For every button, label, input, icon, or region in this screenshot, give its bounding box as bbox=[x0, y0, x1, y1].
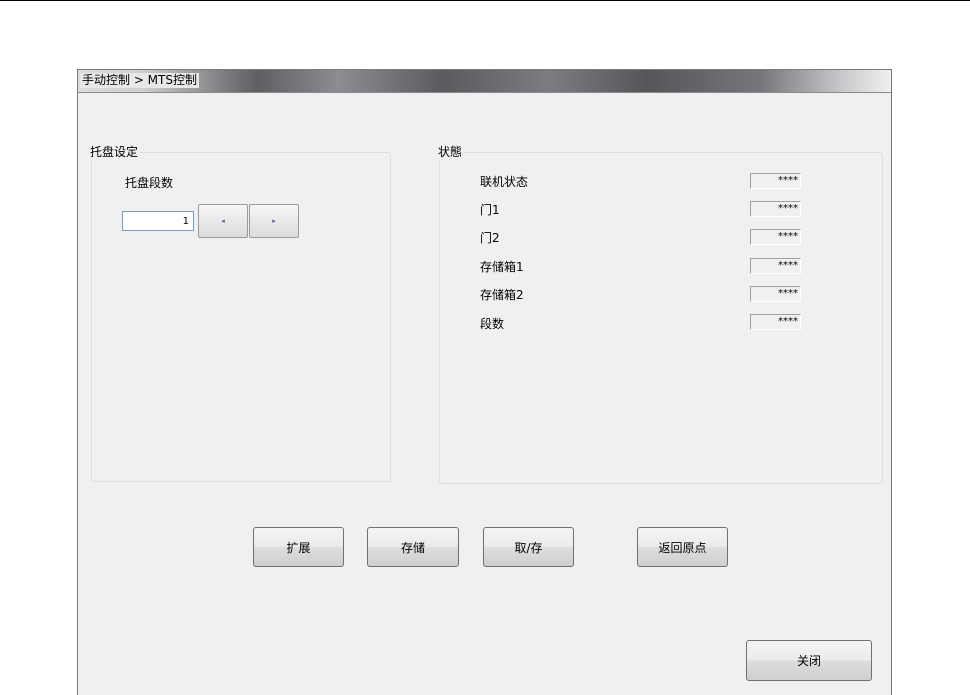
mts-control-window: 手动控制 > MTS控制 托盘设定 托盘段数 ◂ ▸ 状態 联机状态 **** … bbox=[77, 69, 892, 695]
close-button-label: 关闭 bbox=[796, 654, 821, 668]
status-label-storage2: 存储箱2 bbox=[480, 288, 524, 302]
decrease-stage-button[interactable]: ◂ bbox=[198, 204, 248, 238]
pallet-setting-caption: 托盘设定 bbox=[88, 145, 141, 160]
extend-button[interactable]: 扩展 bbox=[253, 527, 344, 567]
status-label-stage: 段数 bbox=[480, 317, 505, 331]
arrow-left-icon: ◂ bbox=[221, 217, 225, 225]
status-value-online: **** bbox=[750, 173, 801, 189]
status-group: 状態 联机状态 **** 门1 **** 门2 **** 存储箱1 **** 存… bbox=[436, 145, 883, 484]
store-button[interactable]: 存储 bbox=[367, 527, 459, 567]
status-label-storage1: 存储箱1 bbox=[480, 260, 524, 274]
take-store-button[interactable]: 取/存 bbox=[483, 527, 574, 567]
status-value-storage2: **** bbox=[750, 286, 801, 302]
status-value-stage: **** bbox=[750, 314, 801, 330]
return-origin-button[interactable]: 返回原点 bbox=[637, 527, 728, 567]
status-value-storage1: **** bbox=[750, 258, 801, 274]
status-caption: 状態 bbox=[436, 145, 465, 160]
status-label-door1: 门1 bbox=[480, 203, 500, 217]
top-rule bbox=[0, 0, 970, 1]
title-bar: 手动控制 > MTS控制 bbox=[78, 70, 891, 93]
close-button[interactable]: 关闭 bbox=[746, 640, 872, 681]
status-value-door2: **** bbox=[750, 229, 801, 245]
status-label-door2: 门2 bbox=[480, 231, 500, 245]
status-label-online: 联机状态 bbox=[480, 175, 529, 189]
arrow-right-icon: ▸ bbox=[272, 217, 276, 225]
return-origin-button-label: 返回原点 bbox=[658, 540, 707, 555]
increase-stage-button[interactable]: ▸ bbox=[249, 204, 299, 238]
breadcrumb: 手动控制 > MTS控制 bbox=[80, 73, 199, 88]
store-button-label: 存储 bbox=[400, 540, 425, 555]
pallet-stage-input[interactable] bbox=[122, 211, 194, 231]
pallet-setting-group: 托盘设定 托盘段数 ◂ ▸ bbox=[88, 145, 391, 482]
extend-button-label: 扩展 bbox=[286, 540, 311, 555]
pallet-stage-label: 托盘段数 bbox=[125, 176, 174, 190]
take-store-button-label: 取/存 bbox=[514, 540, 543, 555]
status-value-door1: **** bbox=[750, 201, 801, 217]
